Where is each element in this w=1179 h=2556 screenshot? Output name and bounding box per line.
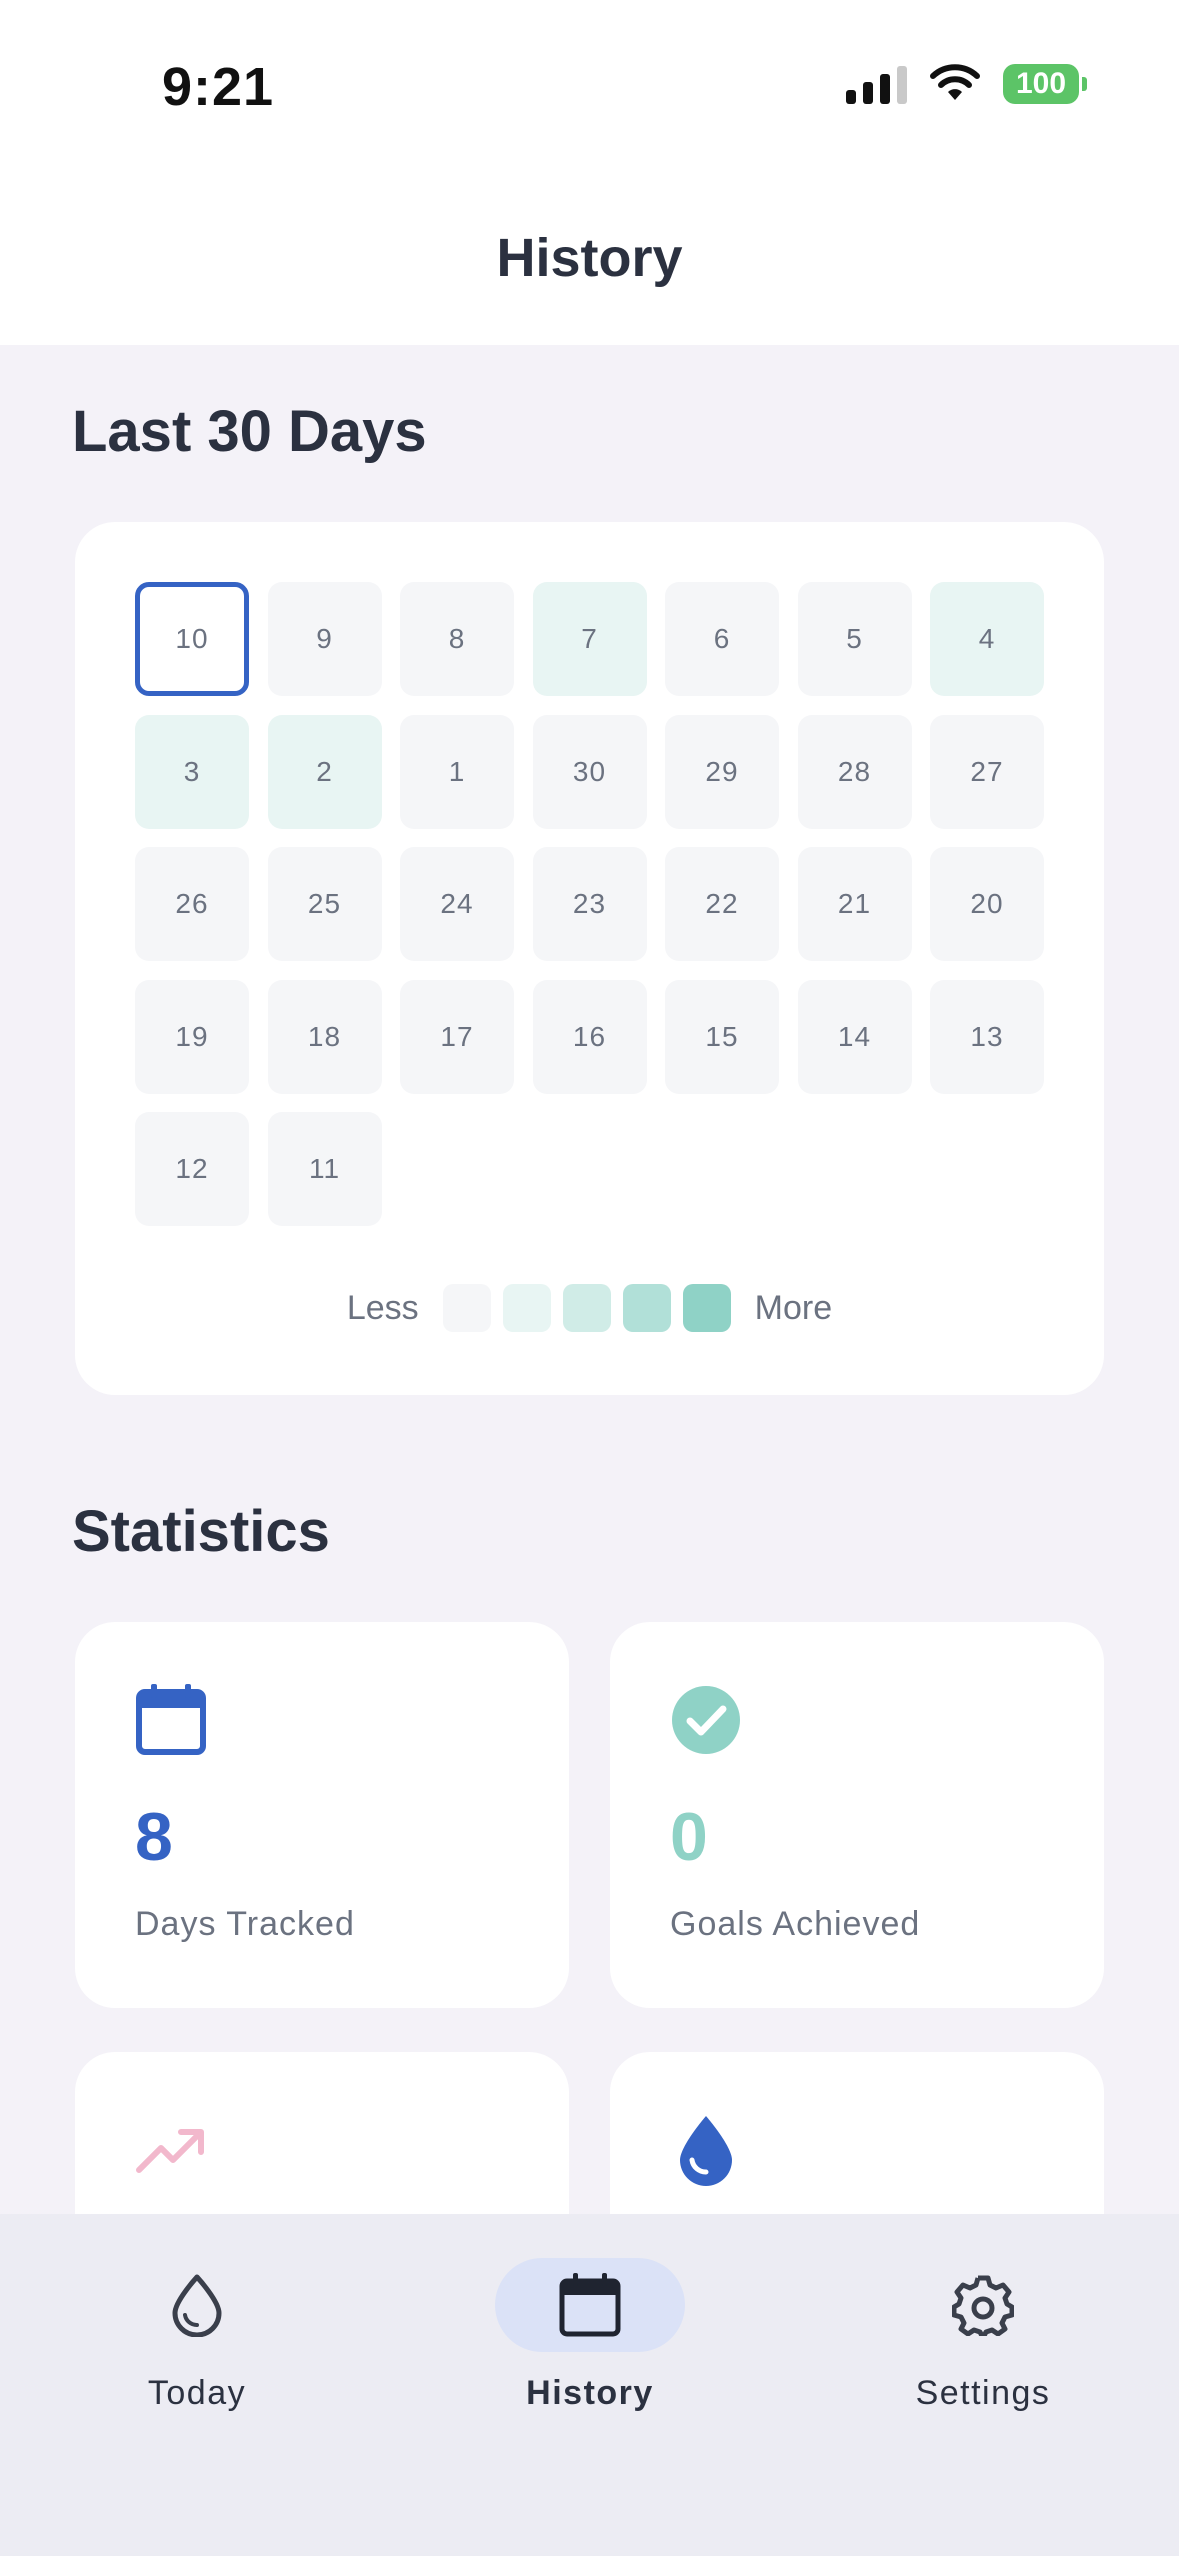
tab-settings-label: Settings — [915, 2374, 1051, 2412]
status-time: 9:21 — [162, 57, 275, 117]
status-bar: 9:21 100 — [0, 0, 1179, 175]
calendar-day[interactable]: 18 — [267, 979, 382, 1094]
goals-achieved-value: 0 — [670, 1799, 708, 1875]
calendar-day[interactable]: 9 — [267, 582, 382, 696]
trending-up-icon — [136, 2129, 204, 2173]
calendar-grid: 10 9 8 7 6 5 4 3 2 1 30 29 28 27 26 25 24 23 22 21 20 19 18 17 1… — [135, 582, 1044, 1226]
legend-less-label: Less — [346, 1288, 419, 1327]
statistics-section-title: Statistics — [72, 1499, 330, 1564]
legend-swatch-2 — [562, 1284, 611, 1332]
bottom-tab-bar: Today History Settings — [0, 2214, 1179, 2556]
days-tracked-label: Days Tracked — [135, 1905, 355, 1943]
page-title: History — [496, 228, 683, 288]
nav-header: History — [0, 175, 1179, 345]
calendar-section-title: Last 30 Days — [72, 399, 427, 464]
tab-history-label: History — [526, 2374, 654, 2412]
calendar-day[interactable]: 21 — [797, 847, 912, 961]
calendar-day[interactable]: 13 — [930, 979, 1044, 1094]
stat-card-days-tracked: 8 Days Tracked — [75, 1622, 569, 2008]
legend-swatch-0 — [442, 1284, 491, 1332]
battery-icon: 100 — [1003, 64, 1087, 104]
legend-swatch-3 — [622, 1284, 671, 1332]
calendar-day[interactable]: 6 — [665, 582, 779, 696]
calendar-icon — [136, 1684, 206, 1755]
legend-more-label: More — [754, 1288, 833, 1327]
tab-history[interactable]: History — [440, 2214, 740, 2414]
calendar-day[interactable]: 3 — [135, 714, 249, 829]
calendar-day[interactable]: 23 — [532, 847, 647, 961]
calendar-day[interactable]: 17 — [400, 979, 514, 1094]
tab-settings[interactable]: Settings — [833, 2214, 1133, 2414]
calendar-day[interactable]: 22 — [665, 847, 779, 961]
tab-today[interactable]: Today — [47, 2214, 347, 2414]
check-circle-icon — [672, 1686, 740, 1754]
calendar-day[interactable]: 26 — [135, 847, 249, 961]
calendar-day[interactable]: 30 — [532, 714, 647, 829]
calendar-day[interactable]: 25 — [267, 847, 382, 961]
calendar-day[interactable]: 20 — [930, 847, 1044, 961]
days-tracked-value: 8 — [135, 1799, 173, 1875]
intensity-legend: Less More — [75, 1284, 1104, 1332]
history-screen: 9:21 100 History Last 30 Days 10 9 8 7 6 5 4 3 2… — [0, 0, 1179, 2556]
calendar-day[interactable]: 1 — [400, 714, 514, 829]
stat-card-goals-achieved: 0 Goals Achieved — [610, 1622, 1104, 2008]
legend-swatch-1 — [502, 1284, 551, 1332]
water-drop-outline-icon — [172, 2274, 222, 2337]
cellular-signal-icon — [846, 64, 907, 104]
calendar-day[interactable]: 28 — [797, 714, 912, 829]
calendar-day-today[interactable]: 10 — [135, 582, 249, 696]
calendar-day[interactable]: 16 — [532, 979, 647, 1094]
calendar-day[interactable]: 11 — [267, 1112, 382, 1226]
legend-swatch-4 — [682, 1284, 731, 1332]
gear-icon — [952, 2275, 1014, 2336]
calendar-day[interactable]: 2 — [267, 714, 382, 829]
calendar-day[interactable]: 5 — [797, 582, 912, 696]
calendar-day[interactable]: 12 — [135, 1112, 249, 1226]
calendar-card: 10 9 8 7 6 5 4 3 2 1 30 29 28 27 26 25 24 23 22 21 20 19 18 17 1… — [75, 522, 1104, 1395]
calendar-day[interactable]: 27 — [930, 714, 1044, 829]
calendar-day[interactable]: 14 — [797, 979, 912, 1094]
tab-today-label: Today — [147, 2374, 247, 2412]
status-icons: 100 — [846, 64, 1087, 104]
calendar-day[interactable]: 29 — [665, 714, 779, 829]
wifi-icon — [930, 64, 980, 100]
calendar-icon — [559, 2273, 621, 2337]
water-drop-icon — [680, 2116, 732, 2186]
calendar-day[interactable]: 15 — [665, 979, 779, 1094]
calendar-day[interactable]: 24 — [400, 847, 514, 961]
goals-achieved-label: Goals Achieved — [670, 1905, 921, 1943]
calendar-day[interactable]: 4 — [930, 582, 1044, 696]
calendar-day[interactable]: 19 — [135, 979, 249, 1094]
calendar-day[interactable]: 8 — [400, 582, 514, 696]
calendar-day[interactable]: 7 — [532, 582, 647, 696]
